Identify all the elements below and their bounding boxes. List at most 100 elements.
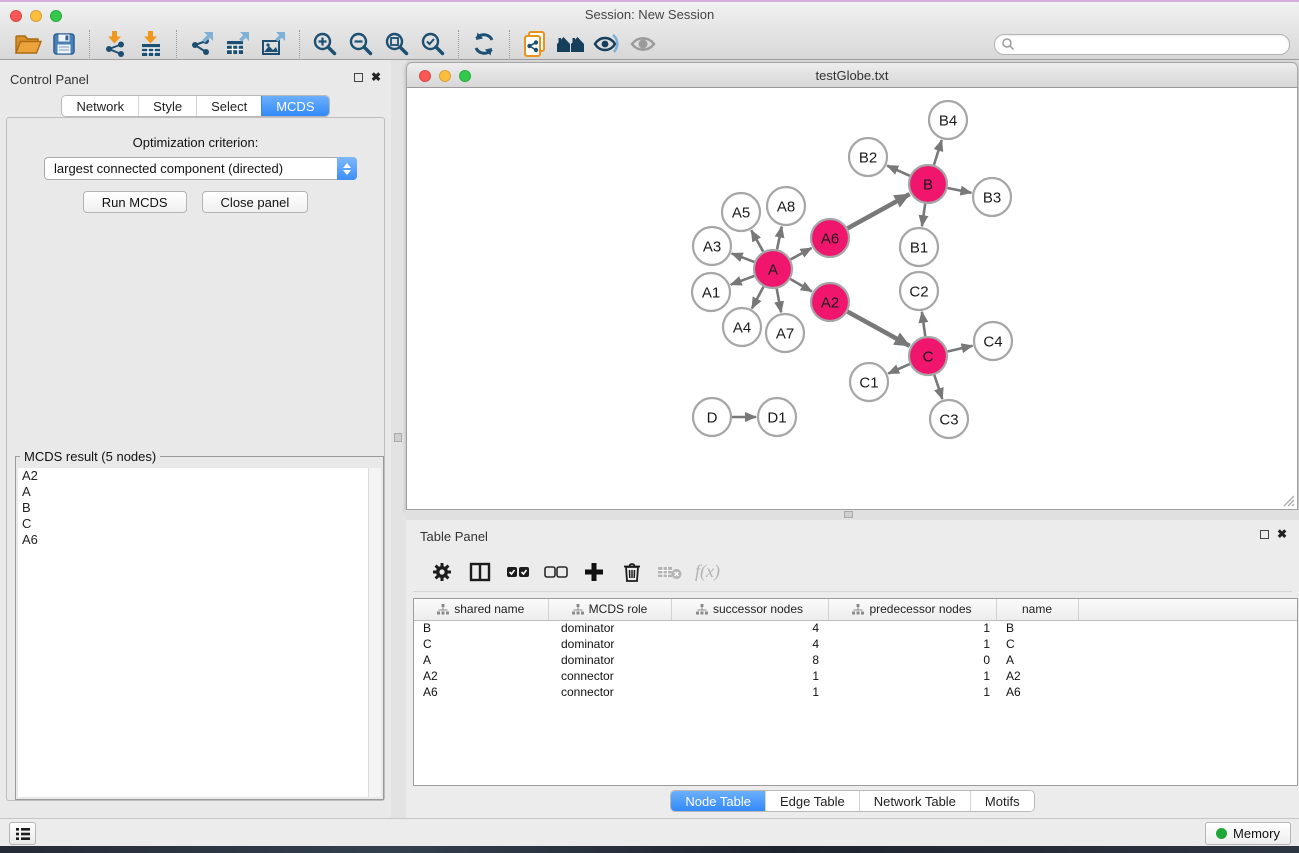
memory-status-button[interactable]: Memory (1205, 822, 1291, 845)
cell-shared-name[interactable]: A2 (414, 668, 548, 684)
divider-grip[interactable] (394, 433, 402, 442)
cell-successor-nodes[interactable]: 1 (671, 684, 828, 700)
edge-B-B3[interactable] (948, 188, 972, 193)
close-panel-icon[interactable]: ✖ (1277, 529, 1287, 539)
cell-name[interactable]: B (996, 620, 1078, 636)
graph-node-A5[interactable]: A5 (722, 193, 760, 231)
mcds-result-item[interactable]: A (18, 484, 381, 500)
mcds-list-scrollbar[interactable] (368, 468, 381, 797)
edge-B-B2[interactable] (887, 166, 910, 176)
graph-node-A6[interactable]: A6 (811, 219, 849, 257)
edge-A-A5[interactable] (751, 230, 763, 251)
deselect-all-button[interactable] (541, 557, 571, 587)
edge-A-A8[interactable] (777, 227, 782, 250)
zoom-fit-button[interactable] (379, 29, 415, 59)
edge-A2-C[interactable] (848, 312, 910, 346)
graph-node-B4[interactable]: B4 (929, 101, 967, 139)
open-session-button[interactable] (10, 29, 46, 59)
column-header-predecessor-nodes[interactable]: predecessor nodes (828, 599, 996, 620)
edge-C-C2[interactable] (922, 312, 925, 336)
cell-name[interactable]: A (996, 652, 1078, 668)
column-header-MCDS-role[interactable]: MCDS role (548, 599, 671, 620)
graph-node-A[interactable]: A (754, 250, 792, 288)
cell-successor-nodes[interactable]: 1 (671, 668, 828, 684)
graph-node-B3[interactable]: B3 (973, 178, 1011, 216)
table-row[interactable]: Adominator80A (414, 652, 1297, 668)
zoom-selected-button[interactable] (415, 29, 451, 59)
import-network-button[interactable] (97, 29, 133, 59)
mcds-result-item[interactable]: A2 (18, 468, 381, 484)
edge-B-B1[interactable] (922, 204, 925, 226)
edge-A-A1[interactable] (731, 276, 755, 285)
run-mcds-button[interactable]: Run MCDS (83, 191, 187, 213)
network-window-titlebar[interactable]: testGlobe.txt (406, 62, 1298, 88)
graph-node-A2[interactable]: A2 (811, 283, 849, 321)
edge-C-C1[interactable] (888, 364, 909, 373)
criterion-dropdown[interactable]: largest connected component (directed) (44, 157, 357, 180)
edge-A-A4[interactable] (752, 287, 764, 309)
graph-node-B[interactable]: B (909, 165, 947, 203)
vertical-split-divider[interactable] (391, 60, 406, 818)
show-columns-button[interactable] (465, 557, 495, 587)
cell-predecessor-nodes[interactable]: 1 (828, 620, 996, 636)
export-table-button[interactable] (220, 29, 256, 59)
edge-A-A7[interactable] (777, 289, 781, 313)
cell-name[interactable]: A2 (996, 668, 1078, 684)
zoom-out-button[interactable] (343, 29, 379, 59)
graph-node-D1[interactable]: D1 (758, 398, 796, 436)
edge-C-C3[interactable] (934, 375, 942, 399)
cell-MCDS-role[interactable]: connector (548, 668, 671, 684)
edge-B-B4[interactable] (934, 140, 942, 165)
network-graph[interactable]: B4B2BB3A5A8A6A3B1AA1C2A2A4A7C4CC1C3DD1 (407, 88, 1299, 508)
home-layout-button[interactable] (553, 29, 589, 59)
cell-successor-nodes[interactable]: 4 (671, 636, 828, 652)
cell-successor-nodes[interactable]: 8 (671, 652, 828, 668)
cell-shared-name[interactable]: B (414, 620, 548, 636)
column-header-name[interactable]: name (996, 599, 1078, 620)
table-row[interactable]: A6connector11A6 (414, 684, 1297, 700)
float-panel-icon[interactable] (354, 73, 363, 82)
zoom-in-button[interactable] (307, 29, 343, 59)
tab-style[interactable]: Style (138, 96, 196, 116)
network-canvas[interactable]: B4B2BB3A5A8A6A3B1AA1C2A2A4A7C4CC1C3DD1 (406, 88, 1298, 510)
graph-node-D[interactable]: D (693, 398, 731, 436)
edge-A-A3[interactable] (732, 253, 755, 262)
table-settings-button[interactable] (427, 557, 457, 587)
select-all-button[interactable] (503, 557, 533, 587)
delete-column-button[interactable] (617, 557, 647, 587)
divider-grip[interactable] (844, 511, 853, 518)
cell-predecessor-nodes[interactable]: 1 (828, 668, 996, 684)
cell-successor-nodes[interactable]: 4 (671, 620, 828, 636)
cell-shared-name[interactable]: C (414, 636, 548, 652)
clone-network-button[interactable] (517, 29, 553, 59)
graph-node-A3[interactable]: A3 (693, 227, 731, 265)
cell-shared-name[interactable]: A6 (414, 684, 548, 700)
show-eye-button[interactable] (625, 29, 661, 59)
table-row[interactable]: A2connector11A2 (414, 668, 1297, 684)
save-session-button[interactable] (46, 29, 82, 59)
search-field[interactable] (994, 34, 1290, 55)
graph-node-C4[interactable]: C4 (974, 322, 1012, 360)
import-table-button[interactable] (133, 29, 169, 59)
close-panel-icon[interactable]: ✖ (371, 72, 381, 82)
graph-node-C3[interactable]: C3 (930, 400, 968, 438)
mcds-result-item[interactable]: B (18, 500, 381, 516)
cell-MCDS-role[interactable]: dominator (548, 636, 671, 652)
tab-network-table[interactable]: Network Table (859, 791, 970, 811)
mcds-result-item[interactable]: A6 (18, 532, 381, 548)
graph-node-A7[interactable]: A7 (766, 314, 804, 352)
column-header-shared-name[interactable]: shared name (414, 599, 548, 620)
export-image-button[interactable] (256, 29, 292, 59)
tab-node-table[interactable]: Node Table (671, 791, 765, 811)
column-header-successor-nodes[interactable]: successor nodes (671, 599, 828, 620)
cell-predecessor-nodes[interactable]: 0 (828, 652, 996, 668)
horizontal-split-divider[interactable] (406, 510, 1299, 520)
node-table[interactable]: shared nameMCDS rolesuccessor nodesprede… (414, 599, 1297, 700)
tab-select[interactable]: Select (196, 96, 261, 116)
edge-A-A2[interactable] (790, 279, 812, 291)
graph-node-C[interactable]: C (909, 337, 947, 375)
table-row[interactable]: Bdominator41B (414, 620, 1297, 636)
graph-node-B2[interactable]: B2 (849, 138, 887, 176)
graph-node-C2[interactable]: C2 (900, 272, 938, 310)
cell-MCDS-role[interactable]: dominator (548, 652, 671, 668)
